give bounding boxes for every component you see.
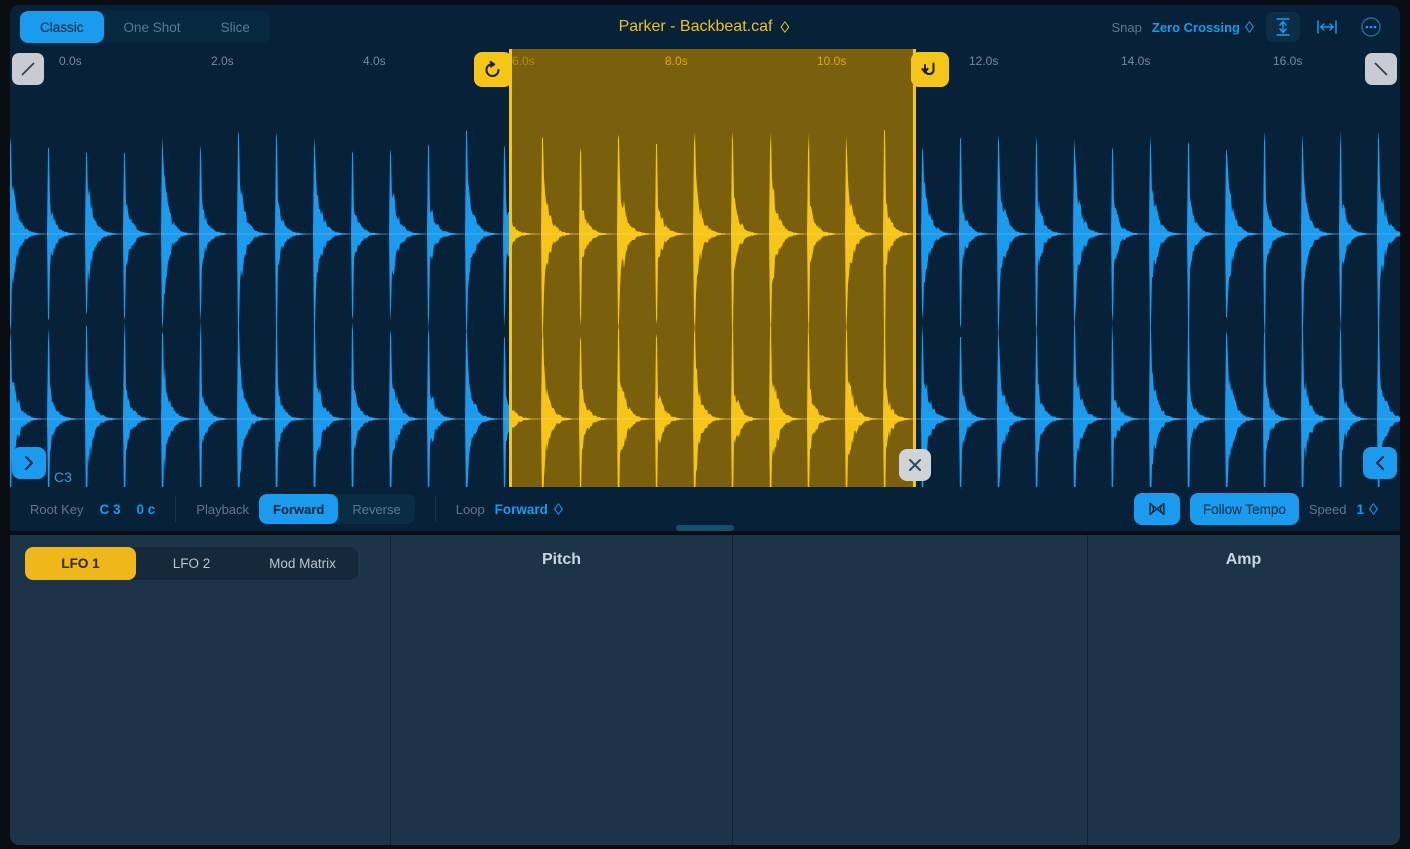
root-key-value[interactable]: C 3 bbox=[99, 502, 120, 517]
speed-label: Speed bbox=[1309, 502, 1347, 517]
playback-direction-group: Forward Reverse bbox=[259, 494, 415, 524]
ruler-tick: 2.0s bbox=[211, 54, 234, 68]
loop-end-handle[interactable] bbox=[911, 52, 949, 87]
tab-lfo-1[interactable]: LFO 1 bbox=[25, 547, 136, 580]
ruler-tick: 14.0s bbox=[1121, 54, 1150, 68]
selection-start-edge[interactable] bbox=[509, 49, 512, 487]
vertical-zoom-icon[interactable] bbox=[1266, 12, 1300, 42]
ruler-tick: 6.0s bbox=[512, 54, 535, 68]
mode-segmented-control: Classic One Shot Slice bbox=[20, 11, 270, 43]
fade-out-handle-icon[interactable] bbox=[1365, 53, 1397, 85]
ruler-tick: 10.0s bbox=[817, 54, 846, 68]
scroll-right-button[interactable] bbox=[12, 447, 46, 479]
horizontal-fit-icon[interactable] bbox=[1310, 12, 1344, 42]
top-toolbar: Classic One Shot Slice Parker - Backbeat… bbox=[10, 5, 1400, 49]
playback-label: Playback bbox=[196, 502, 249, 517]
mode-slice[interactable]: Slice bbox=[201, 11, 270, 43]
amp-panel: Amp Pan Voices 8 Volume bbox=[1087, 535, 1399, 845]
chevron-updown-icon bbox=[554, 502, 565, 516]
loop-mode-value: Forward bbox=[495, 502, 548, 517]
ruler-tick: 12.0s bbox=[969, 54, 998, 68]
follow-tempo-button[interactable]: Follow Tempo bbox=[1190, 493, 1299, 525]
loop-start-handle[interactable] bbox=[474, 52, 512, 87]
amp-title: Amp bbox=[1088, 551, 1399, 569]
selection-end-edge[interactable] bbox=[913, 49, 916, 487]
ruler-tick: 0.0s bbox=[59, 54, 82, 68]
lfo-panel: Rate Fade In bbox=[10, 535, 390, 845]
audio-waveform[interactable] bbox=[10, 49, 1400, 487]
more-options-icon[interactable] bbox=[1354, 12, 1388, 42]
snap-value-text: Zero Crossing bbox=[1152, 20, 1240, 35]
document-title-text[interactable]: Parker - Backbeat.caf bbox=[619, 18, 773, 36]
speed-select[interactable]: 1 bbox=[1356, 502, 1380, 517]
root-key-cents[interactable]: 0 c bbox=[137, 502, 156, 517]
chevron-updown-icon bbox=[1369, 502, 1380, 516]
loop-label: Loop bbox=[456, 502, 485, 517]
pitch-title: Pitch bbox=[391, 551, 732, 569]
snap-controls: Snap Zero Crossing bbox=[1112, 11, 1389, 43]
scroll-left-button[interactable] bbox=[1363, 447, 1397, 479]
chevron-updown-icon bbox=[1245, 20, 1256, 34]
mode-one-shot[interactable]: One Shot bbox=[104, 11, 201, 43]
tab-mod-matrix[interactable]: Mod Matrix bbox=[247, 547, 358, 580]
root-key-label: Root Key bbox=[30, 502, 83, 517]
ruler-tick: 4.0s bbox=[363, 54, 386, 68]
playback-forward[interactable]: Forward bbox=[259, 494, 338, 524]
waveform-display[interactable]: 0.0s 2.0s 4.0s 6.0s 8.0s 10.0s 12.0s 14.… bbox=[10, 49, 1400, 487]
snap-label: Snap bbox=[1112, 20, 1142, 35]
mode-classic[interactable]: Classic bbox=[20, 11, 104, 43]
root-key-marker: C3 bbox=[54, 469, 72, 485]
pitch-panel: Pitch Coarse Fine Glide bbox=[390, 535, 732, 845]
ruler-tick: 8.0s bbox=[665, 54, 688, 68]
fade-in-handle-icon[interactable] bbox=[12, 53, 44, 85]
loop-mode-select[interactable]: Forward bbox=[495, 502, 565, 517]
filter-panel: Filter LP 12dB Lush Cutoff Resonance bbox=[732, 535, 1087, 845]
flex-icon[interactable] bbox=[1134, 493, 1180, 525]
parameter-panels: Rate Fade In bbox=[10, 535, 1400, 845]
time-ruler[interactable]: 0.0s 2.0s 4.0s 6.0s 8.0s 10.0s 12.0s 14.… bbox=[10, 49, 1400, 77]
chevron-updown-icon[interactable] bbox=[780, 20, 791, 34]
tab-lfo-2[interactable]: LFO 2 bbox=[136, 547, 247, 580]
panel-resize-handle[interactable] bbox=[676, 525, 734, 531]
speed-value: 1 bbox=[1356, 502, 1364, 517]
exs24-sampler-window: Classic One Shot Slice Parker - Backbeat… bbox=[0, 0, 1410, 849]
close-selection-button[interactable] bbox=[899, 449, 931, 481]
lfo-tab-group: LFO 1 LFO 2 Mod Matrix bbox=[25, 547, 358, 580]
ruler-tick: 16.0s bbox=[1273, 54, 1302, 68]
snap-value[interactable]: Zero Crossing bbox=[1152, 20, 1256, 35]
playback-reverse[interactable]: Reverse bbox=[338, 494, 414, 524]
